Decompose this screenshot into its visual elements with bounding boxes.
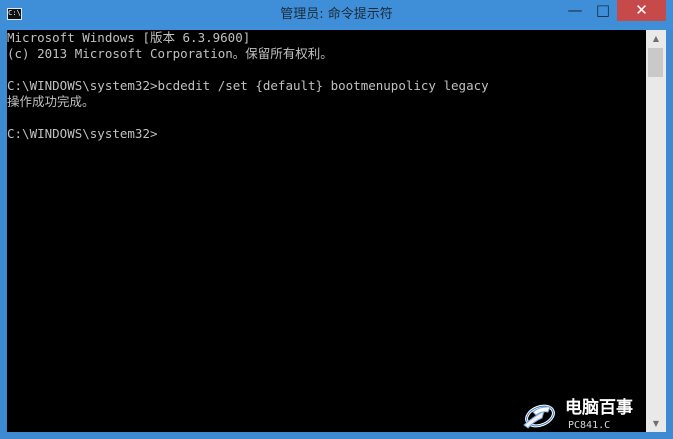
console-line-version: Microsoft Windows [版本 6.3.9600] [7, 30, 251, 45]
console-line-result: 操作成功完成。 [7, 94, 95, 109]
scroll-up-icon[interactable]: ▲ [646, 30, 666, 47]
close-button[interactable]: ✕ [617, 0, 666, 21]
vertical-scrollbar[interactable]: ▲ ▼ [646, 30, 666, 432]
title-bar[interactable]: C:\ 管理员: 命令提示符 — □ ✕ [0, 0, 673, 30]
console-output[interactable]: Microsoft Windows [版本 6.3.9600] (c) 2013… [7, 30, 646, 432]
console-line-copyright: (c) 2013 Microsoft Corporation。保留所有权利。 [7, 46, 333, 61]
minimize-button[interactable]: — [561, 0, 589, 21]
watermark-name: 电脑百事 [565, 398, 633, 418]
console-line-prompt: C:\WINDOWS\system32> [7, 126, 158, 141]
watermark-url: PC841.C [568, 420, 611, 431]
command-prompt-window: C:\ 管理员: 命令提示符 — □ ✕ Microsoft Windows [… [0, 0, 673, 439]
watermark-logo-icon [523, 404, 555, 429]
site-watermark: 电脑百事 PC841.C [516, 396, 671, 436]
maximize-button[interactable]: □ [589, 0, 617, 21]
console-line-command: C:\WINDOWS\system32>bcdedit /set {defaul… [7, 78, 489, 93]
scroll-thumb[interactable] [648, 48, 663, 77]
